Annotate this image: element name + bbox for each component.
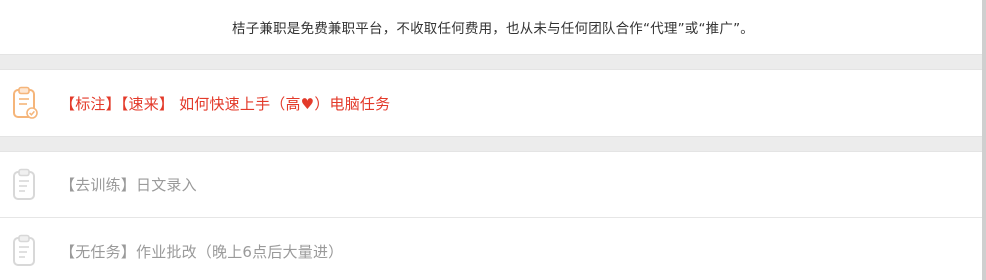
task-item-homework-grading[interactable]: 【无任务】作业批改（晚上6点后大量进） [0, 218, 986, 280]
scrollbar[interactable] [982, 0, 986, 280]
task-label: 【去训练】日文录入 [60, 176, 197, 194]
clipboard-icon [13, 86, 38, 119]
section-gap [0, 136, 986, 152]
clipboard-icon [13, 168, 35, 200]
section-gap [0, 54, 986, 70]
task-list-page: 桔子兼职是免费兼职平台，不收取任何费用，也从未与任何团队合作“代理”或“推广”。… [0, 0, 986, 280]
clipboard-icon [13, 234, 35, 266]
task-label: 【无任务】作业批改（晚上6点后大量进） [60, 242, 344, 261]
task-label: 【标注】【速来】 如何快速上手（高♥）电脑任务 [60, 94, 391, 113]
notice-text: 桔子兼职是免费兼职平台，不收取任何费用，也从未与任何团队合作“代理”或“推广”。 [232, 21, 754, 37]
task-item-japanese-typing[interactable]: 【去训练】日文录入 [0, 152, 986, 218]
task-item-annotation[interactable]: 【标注】【速来】 如何快速上手（高♥）电脑任务 [0, 70, 986, 136]
notice-banner: 桔子兼职是免费兼职平台，不收取任何费用，也从未与任何团队合作“代理”或“推广”。 [0, 0, 986, 54]
